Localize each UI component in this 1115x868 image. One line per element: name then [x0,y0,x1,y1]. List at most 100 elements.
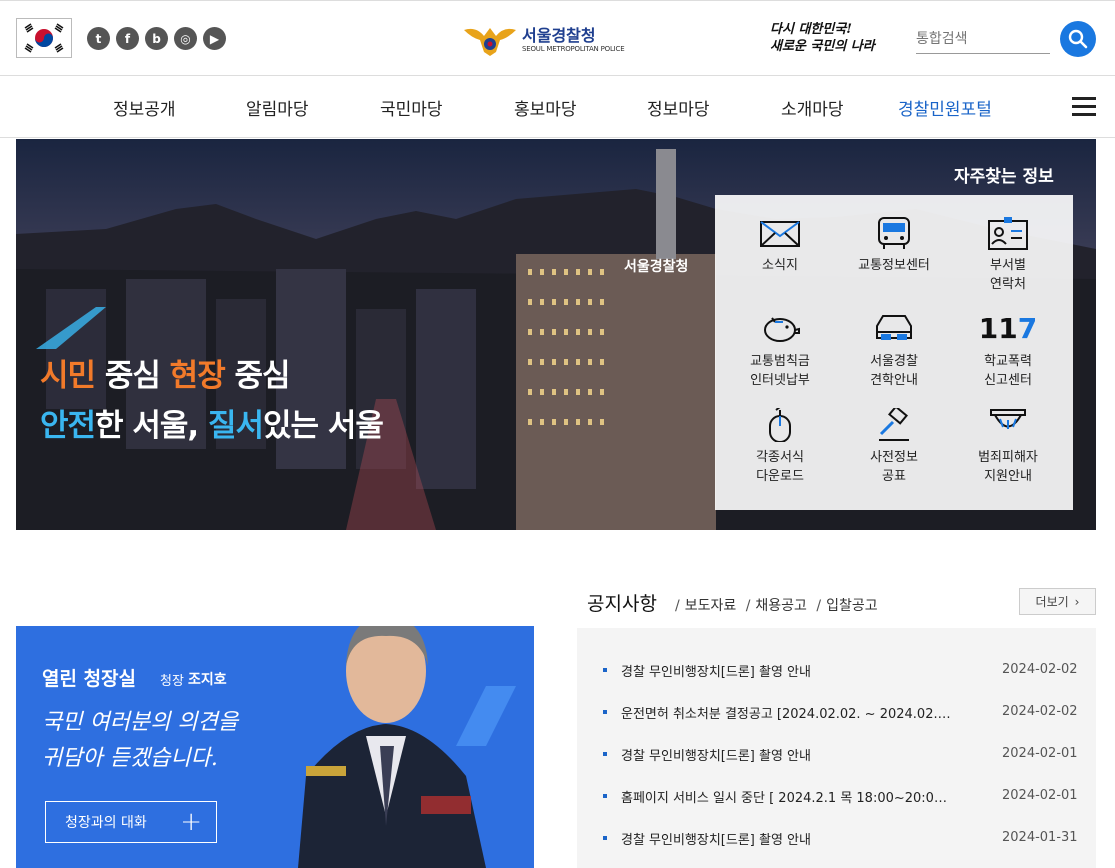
nav-notice[interactable]: 알림마당 [246,95,309,120]
facebook-icon[interactable]: f [116,27,139,50]
faq-label: 학교폭력 [984,354,1032,369]
search-icon [1068,29,1088,49]
list-item[interactable]: 경찰 무인비행장치[드론] 촬영 안내 2024-02-02 [603,661,1083,681]
faq-label: 부서별 [990,258,1026,273]
faq-label: 다운로드 [756,469,804,484]
bullet-icon [603,668,607,672]
faq-label: 연락처 [990,277,1026,292]
faq-newsletter[interactable]: 소식지 [725,216,835,275]
notice-item-title[interactable]: 홈페이지 서비스 일시 중단 [ 2024.2.1 목 18:00~20:00 … [621,787,951,806]
banner-slogan-1: 시민 중심 현장 중심 [40,350,291,395]
twitter-icon[interactable]: t [87,27,110,50]
site-logo[interactable]: 서울경찰청 SEOUL METROPOLITAN POLICE [462,22,625,58]
logo-title: 서울경찰청 [522,26,596,45]
bullet-icon [603,836,607,840]
list-item[interactable]: 경찰 무인비행장치[드론] 촬영 안내 2024-02-01 [603,745,1083,765]
notice-item-date: 2024-02-01 [1002,788,1078,803]
gov-slogan: 다시 대한민국! 새로운 국민의 나라 [770,21,875,55]
slogan-word-citizen: 시민 [40,358,96,394]
commissioner-name: 조지호 [188,672,227,688]
notice-item-title[interactable]: 경찰 무인비행장치[드론] 촬영 안내 [621,745,951,764]
faq-label: 교통정보센터 [858,258,930,273]
top-header: t f b ◎ ▶ 서울경찰청 SEOUL METROPOLITAN POLIC… [0,0,1115,76]
slogan-word: 있는 서울 [263,408,384,444]
search-field-wrap [916,25,1050,54]
more-label: 더보기 [1035,595,1069,609]
faq-label: 소식지 [762,258,798,273]
bullet-icon [603,752,607,756]
notice-item-title[interactable]: 운전면허 취소처분 결정공고 [2024.02.02. ~ 2024.02.15… [621,703,951,722]
message-line-2: 귀담아 듣겠습니다. [42,746,218,771]
nav-citizen[interactable]: 국민마당 [380,95,443,120]
id-card-icon [988,217,1028,250]
nav-info-disclosure[interactable]: 정보공개 [113,95,176,120]
slogan-word: 중심 [224,358,291,394]
faq-victim-support[interactable]: 범죄피해자 지원안내 [953,408,1063,486]
notice-item-date: 2024-01-31 [1002,830,1078,845]
faq-label: 사전정보 [870,450,918,465]
commissioner-rank: 청장 [160,674,184,689]
main-nav: 정보공개 알림마당 국민마당 홍보마당 정보마당 소개마당 경찰민원포털 [0,76,1115,138]
faq-label: 신고센터 [984,373,1032,388]
list-item[interactable]: 경찰 무인비행장치[드론] 촬영 안내 2024-01-31 [603,829,1083,849]
faq-label: 각종서식 [756,450,804,465]
siren-icon [990,409,1026,429]
slogan-word-safety: 안전 [40,408,96,444]
logo-subtitle: SEOUL METROPOLITAN POLICE [522,45,625,53]
talk-with-commissioner-button[interactable]: 청장과의 대화 + [45,801,217,843]
faq-label: 교통범칙금 [750,354,810,369]
sns-links: t f b ◎ ▶ [87,27,226,50]
notice-title[interactable]: 공지사항 [587,589,657,616]
nav-pr[interactable]: 홍보마당 [514,95,577,120]
slogan-word: 한 서울, [95,408,208,444]
notice-item-title[interactable]: 경찰 무인비행장치[드론] 촬영 안내 [621,661,951,680]
search-input[interactable] [916,25,1050,51]
commissioner-title: 열린 청장실 [42,668,137,690]
faq-traffic-center[interactable]: 교통정보센터 [839,216,949,275]
faq-label: 견학안내 [870,373,918,388]
nav-civil-portal[interactable]: 경찰민원포털 [898,95,992,120]
instagram-icon[interactable]: ◎ [174,27,197,50]
bus-icon [878,217,910,249]
button-label: 청장과의 대화 [65,815,147,831]
tab-press-release[interactable]: 보도자료 [685,598,737,614]
slogan-word: 중심 [95,358,170,394]
nav-information[interactable]: 정보마당 [647,95,710,120]
notice-item-date: 2024-02-02 [1002,662,1078,677]
search-button[interactable] [1060,21,1096,57]
faq-label: 범죄피해자 [978,450,1038,465]
slogan-line-1: 다시 대한민국! [770,22,852,37]
blog-icon[interactable]: b [145,27,168,50]
tab-bidding[interactable]: 입찰공고 [826,598,878,614]
faq-dept-contacts[interactable]: 부서별 연락처 [953,216,1063,294]
tab-recruitment[interactable]: 채용공고 [755,598,807,614]
message-line-1: 국민 여러분의 의견을 [42,710,239,735]
faq-police-tour[interactable]: 서울경찰 견학안내 [839,312,949,390]
list-item[interactable]: 홈페이지 서비스 일시 중단 [ 2024.2.1 목 18:00~20:00 … [603,787,1083,807]
notice-item-date: 2024-02-01 [1002,746,1078,761]
notice-tabs: / 보도자료 / 채용공고 / 입찰공고 [675,598,878,614]
notice-item-title[interactable]: 경찰 무인비행장치[드론] 촬영 안내 [621,829,951,848]
faq-traffic-fine[interactable]: 교통범칙금 인터넷납부 [725,312,835,390]
korea-flag-icon[interactable] [16,18,72,58]
gavel-icon [879,408,909,441]
faq-pre-disclosure[interactable]: 사전정보 공표 [839,408,949,486]
list-item[interactable]: 운전면허 취소처분 결정공고 [2024.02.02. ~ 2024.02.15… [603,703,1083,723]
slogan-word-order: 질서 [207,408,264,444]
faq-school-violence[interactable]: 117 학교폭력 신고센터 [953,312,1063,390]
nav-about[interactable]: 소개마당 [781,95,844,120]
faq-label: 인터넷납부 [750,373,810,388]
faq-label: 서울경찰 [870,354,918,369]
faq-title: 자주찾는 정보 [954,167,1054,187]
faq-form-download[interactable]: 각종서식 다운로드 [725,408,835,486]
commissioner-message: 국민 여러분의 의견을 귀담아 듣겠습니다. [42,705,238,777]
police-emblem-icon [464,28,516,56]
plus-icon: + [180,807,202,837]
more-button[interactable]: 더보기 › [1019,588,1096,615]
youtube-icon[interactable]: ▶ [203,27,226,50]
bullet-icon [603,794,607,798]
bullet-icon [603,710,607,714]
chevron-right-icon: › [1074,594,1080,609]
menu-icon[interactable] [1072,97,1096,116]
slogan-word-field: 현장 [169,358,226,394]
